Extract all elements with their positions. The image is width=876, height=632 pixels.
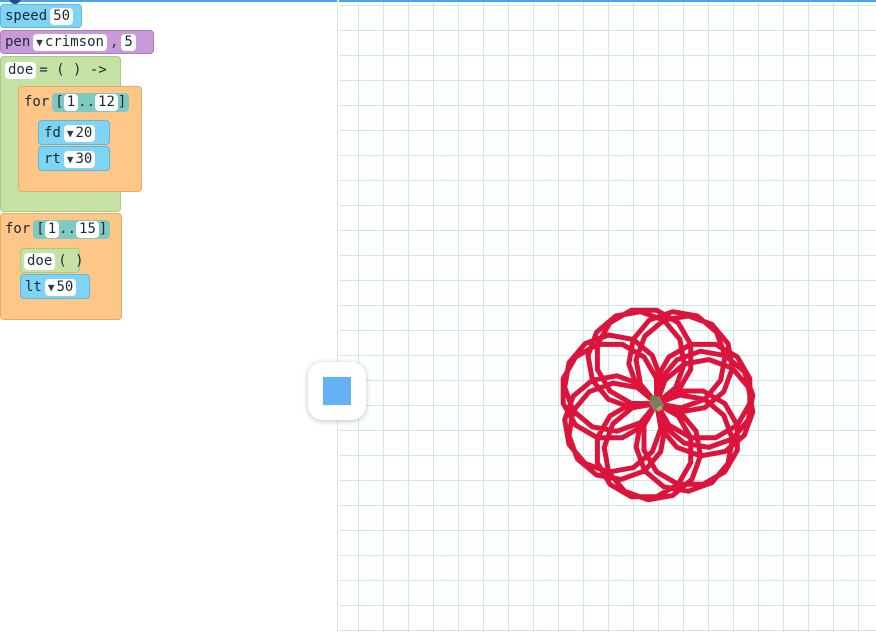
dropdown-arrow-icon: ▼ bbox=[66, 152, 74, 166]
right-turn-block[interactable]: rt ▼ 30 bbox=[38, 146, 110, 171]
dropdown-arrow-icon: ▼ bbox=[47, 280, 55, 294]
turtle-canvas[interactable] bbox=[339, 0, 876, 632]
turtle-drawing bbox=[560, 307, 756, 503]
left-turn-value: 50 bbox=[56, 278, 74, 295]
inner-range-expression[interactable]: [ 1 .. 12 ] bbox=[52, 92, 130, 112]
inner-range-end-field[interactable]: 12 bbox=[95, 93, 118, 111]
editor-top-border bbox=[0, 0, 337, 2]
toggle-square-icon bbox=[323, 377, 351, 405]
forward-keyword: fd bbox=[44, 125, 61, 141]
speed-keyword: speed bbox=[5, 8, 48, 24]
outer-range-expression[interactable]: [ 1 .. 15 ] bbox=[33, 219, 111, 239]
dropdown-arrow-icon: ▼ bbox=[66, 126, 74, 140]
left-turn-value-dropdown[interactable]: ▼ 50 bbox=[44, 278, 77, 296]
outer-for-keyword: for bbox=[5, 221, 31, 237]
range-close-bracket: ] bbox=[117, 94, 127, 110]
forward-block[interactable]: fd ▼ 20 bbox=[38, 120, 110, 145]
code-editor[interactable]: speed 50 pen ▼ crimson , 5 doe = ( ) -> … bbox=[0, 0, 338, 632]
range-open-bracket: [ bbox=[36, 221, 45, 237]
right-turn-keyword: rt bbox=[44, 151, 61, 167]
outer-range-start-field[interactable]: 1 bbox=[44, 220, 60, 238]
range-open-bracket: [ bbox=[55, 94, 64, 110]
pen-color-value: crimson bbox=[44, 33, 104, 50]
range-dots: .. bbox=[59, 221, 77, 237]
right-turn-value: 30 bbox=[75, 150, 93, 167]
inner-range-start-field[interactable]: 1 bbox=[63, 93, 79, 111]
range-dots: .. bbox=[78, 94, 96, 110]
function-call-name[interactable]: doe bbox=[24, 252, 56, 270]
pen-color-dropdown[interactable]: ▼ crimson bbox=[33, 33, 107, 51]
function-arrow: = ( ) -> bbox=[39, 62, 107, 78]
speed-value-field[interactable]: 50 bbox=[50, 7, 74, 25]
left-turn-keyword: lt bbox=[25, 279, 42, 295]
function-call-block[interactable]: doe ( ) bbox=[20, 248, 84, 273]
dropdown-arrow-icon: ▼ bbox=[36, 35, 43, 49]
pen-keyword: pen bbox=[5, 34, 31, 50]
left-turn-block[interactable]: lt ▼ 50 bbox=[20, 274, 90, 299]
range-close-bracket: ] bbox=[98, 221, 108, 237]
forward-value-dropdown[interactable]: ▼ 20 bbox=[63, 124, 96, 142]
function-name-field[interactable]: doe bbox=[5, 61, 37, 79]
pen-block[interactable]: pen ▼ crimson , 5 bbox=[0, 30, 154, 54]
right-turn-value-dropdown[interactable]: ▼ 30 bbox=[63, 150, 96, 168]
forward-value: 20 bbox=[75, 124, 93, 141]
pen-comma: , bbox=[109, 34, 119, 50]
pen-width-field[interactable]: 5 bbox=[121, 33, 136, 51]
speed-block[interactable]: speed 50 bbox=[0, 4, 82, 28]
function-call-parens: ( ) bbox=[58, 253, 84, 269]
pane-divider-handle[interactable] bbox=[308, 362, 366, 420]
inner-for-keyword: for bbox=[24, 94, 50, 110]
outer-range-end-field[interactable]: 15 bbox=[76, 220, 99, 238]
